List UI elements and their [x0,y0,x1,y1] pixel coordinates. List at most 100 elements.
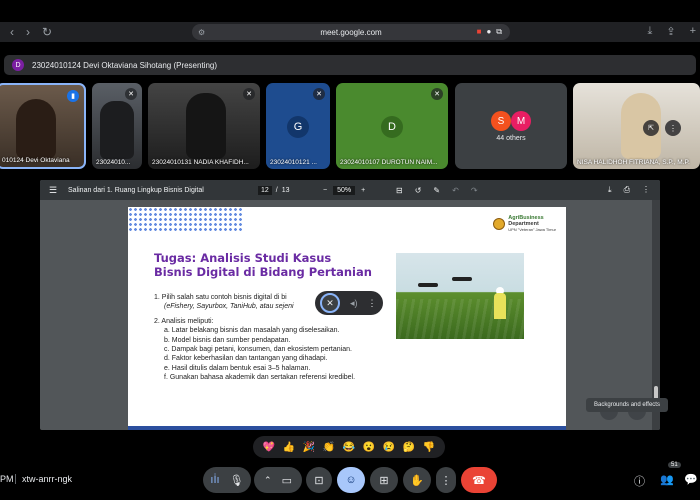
page-input[interactable]: 12 [258,185,272,195]
rotate-icon[interactable]: ↺ [415,186,422,195]
reaction-sad[interactable]: 😢 [383,442,395,453]
camera-icon[interactable]: ▭ [282,474,292,487]
annotate-icon[interactable]: ✎ [433,186,440,195]
more-options-icon: ⋮ [440,474,452,487]
new-tab-icon[interactable]: + [690,25,696,38]
camera-icon[interactable]: ■ [477,27,482,37]
reaction-thumbs-down[interactable]: 👎 [423,442,435,453]
slide-title-line-1: Tugas: Analisis Studi Kasus [154,251,332,265]
slide-title: Tugas: Analisis Studi Kasus Bisnis Digit… [154,251,372,279]
others-tile[interactable]: S M 44 others [455,83,567,169]
list-item: b. Model bisnis dan sumber pendapatan. [164,336,291,344]
participant-tile[interactable]: ✕ 23024010... [92,83,142,169]
participant-count-badge: 51 [668,462,681,468]
redo-icon[interactable]: ↷ [471,186,478,195]
copy-icon[interactable]: ⧉ [496,27,502,37]
participant-tile[interactable]: G ✕ 23024010121 ... [266,83,330,169]
reaction-surprised[interactable]: 😮 [363,442,375,453]
more-options-icon[interactable]: ⋮ [368,298,377,309]
participant-name: 23024010131 NADIA KHAFIDH... [152,159,249,166]
zoom-input[interactable]: 50% [333,185,356,195]
list-item: c. Dampak bagi petani, konsumen, dan eko… [164,346,352,354]
camera-options-chevron-icon[interactable]: ⌃ [264,475,272,486]
more-options-icon[interactable]: ⋮ [642,185,650,195]
zoom-out-button[interactable]: − [323,187,327,194]
meeting-time: PM [0,474,14,484]
reaction-heart[interactable]: 💖 [263,442,275,453]
mic-off-icon: ✕ [243,88,255,100]
university-seal-icon [493,218,506,230]
mic-icon[interactable]: ● [486,27,491,37]
mic-off-icon: ✕ [125,88,137,100]
download-icon[interactable]: ⤓ [647,25,652,38]
browser-nav: ‹ › ↻ [10,25,52,39]
more-options-button[interactable]: ⋮ [436,467,456,493]
drone-field-image [396,253,524,339]
participant-name: 010124 Devi Oktaviana [2,157,70,164]
reaction-thumbs-up[interactable]: 👍 [283,442,295,453]
participant-name: 23024010107 DUROTUN NAIM... [340,159,438,166]
download-icon[interactable]: ⤓ [608,185,612,195]
forward-icon[interactable]: › [26,25,30,39]
mic-off-icon: ✕ [313,88,325,100]
reaction-thinking[interactable]: 🤔 [403,442,415,453]
participant-tile[interactable]: ▮ 010124 Devi Oktaviana [0,83,86,169]
avatar: M [511,111,531,131]
raise-hand-button[interactable]: ✋ [403,467,431,493]
reload-icon[interactable]: ↻ [42,25,52,39]
end-call-button[interactable]: ☎ [461,467,497,493]
share-icon[interactable]: ⇪ [666,25,675,38]
back-icon[interactable]: ‹ [10,25,14,39]
captions-icon: ⊡ [314,474,324,487]
present-button[interactable]: ⊞ [370,467,398,493]
participant-video [186,93,226,159]
participant-tile[interactable]: D ✕ 23024010107 DUROTUN NAIM... [336,83,448,169]
department-logo: AgriBusiness Department UPN "Veteran" Ja… [493,215,556,233]
reaction-clap[interactable]: 👏 [323,442,335,453]
captions-button[interactable]: ⊡ [306,467,332,493]
more-options-icon[interactable]: ⋮ [665,120,681,136]
others-count: 44 others [496,135,526,142]
zoom-in-button[interactable]: + [361,187,365,194]
scrollbar[interactable] [652,200,660,430]
fit-page-icon[interactable]: ⊟ [396,186,403,195]
avatar: G [287,116,309,138]
reaction-laugh[interactable]: 😂 [343,442,355,453]
meeting-code: xtw-anrr-ngk [22,474,73,484]
pdf-toolbar: ☰ Salinan dari 1. Ruang Lingkup Bisnis D… [40,180,660,200]
people-icon[interactable]: 👥 [660,473,674,486]
decorative-dots [128,207,243,231]
mic-icon[interactable]: 🎙 [230,474,244,487]
undo-icon[interactable]: ↶ [452,186,459,195]
print-icon[interactable]: ⎙ [624,185,630,195]
address-bar[interactable]: ⚙ meet.google.com ■ ● ⧉ [192,24,510,40]
audio-levels-icon[interactable]: ıİı [210,474,219,486]
speaking-icon: ▮ [67,90,79,102]
participant-tile[interactable]: ✕ 23024010131 NADIA KHAFIDH... [148,83,260,169]
chat-icon[interactable]: 💬 [684,473,698,486]
page-indicator: 12 / 13 [258,185,290,195]
present-screen-icon: ⊞ [379,474,389,487]
browser-actions: ⤓ ⇪ + [647,25,696,38]
list-item: d. Faktor keberhasilan dan tantangan yan… [164,355,328,363]
site-info-icon[interactable]: ⚙ [198,28,205,37]
page-separator: / [275,186,278,194]
menu-icon[interactable]: ☰ [49,185,57,196]
avatar: S [491,111,511,131]
avatar: D [12,59,24,71]
list-item: a. Latar belakang bisnis dan masalah yan… [164,327,340,335]
participant-tile[interactable]: ⇱ ⋮ NISA HALIDHOH FITRIANA, S.P., M.P. [573,83,700,169]
page-total: 13 [281,186,290,194]
participant-video [100,101,134,159]
emoji-icon: ☺ [345,474,357,486]
meeting-info-icon[interactable]: ⓘ [634,473,645,489]
list-item: e. Hasil ditulis dalam bentuk esai 3–5 h… [164,364,311,372]
volume-icon[interactable]: ◂) [350,298,358,309]
reaction-party[interactable]: 🎉 [303,442,315,453]
address-bar-icons: ■ ● ⧉ [477,27,502,37]
list-item: 2. Analisis meliputi: [154,317,214,325]
mute-presenter-button[interactable]: ✕ [320,293,340,313]
pin-icon[interactable]: ⇱ [643,120,659,136]
pdf-tools: ⊟ ↺ ✎ ↶ ↷ [396,186,478,195]
emoji-reactions-button[interactable]: ☺ [337,467,365,493]
